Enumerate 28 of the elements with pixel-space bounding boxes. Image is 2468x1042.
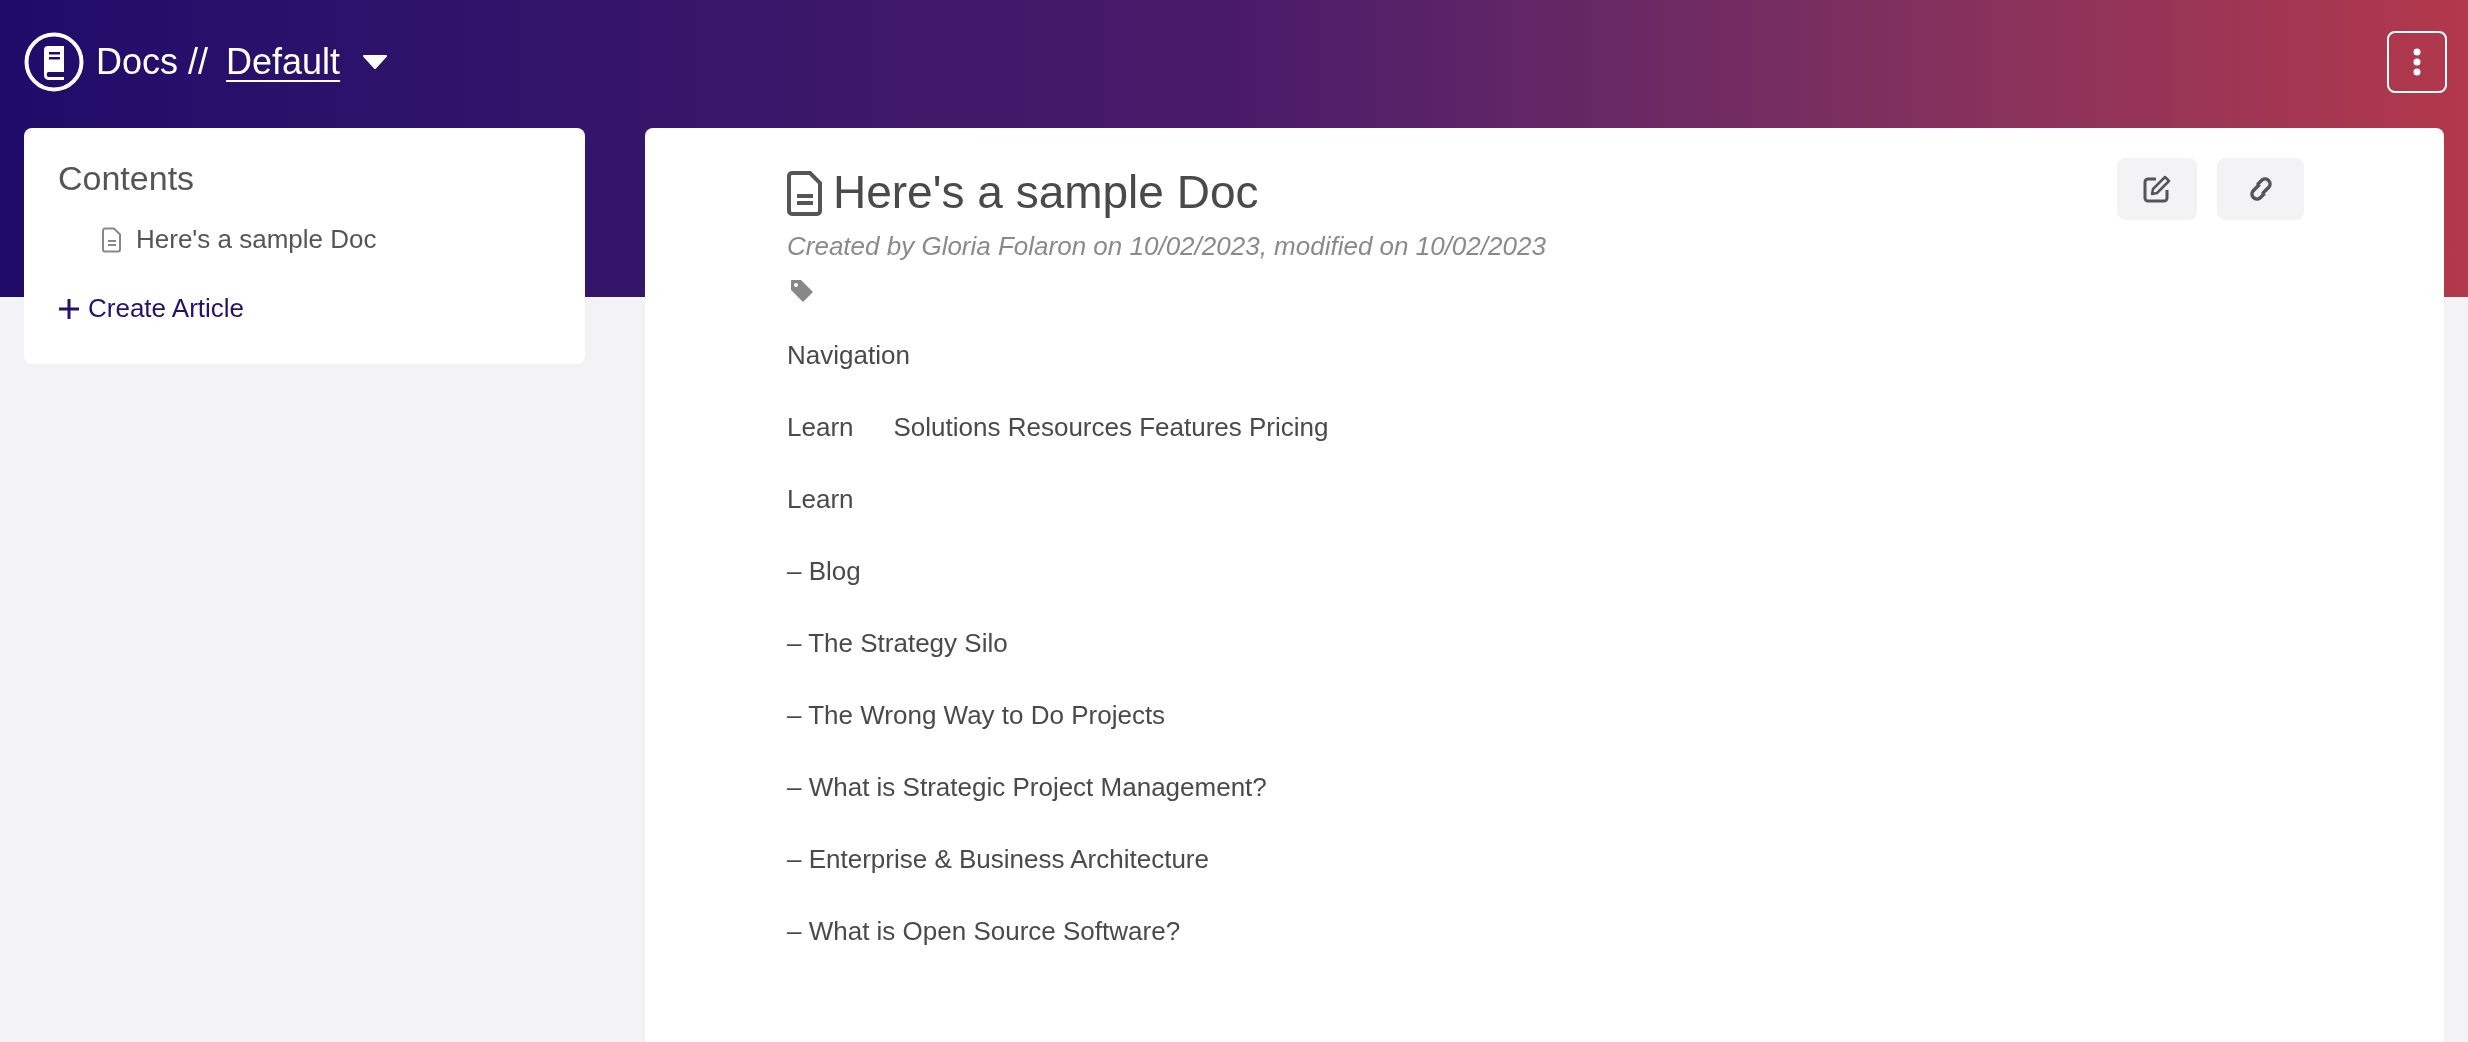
link-button[interactable] <box>2217 158 2304 220</box>
contents-title: Contents <box>58 158 196 199</box>
edit-button[interactable] <box>2117 158 2197 220</box>
more-icon <box>2412 48 2422 76</box>
edit-icon <box>2142 174 2172 204</box>
document-icon <box>102 226 122 253</box>
tag-icon <box>789 278 815 304</box>
app-title: Docs // <box>96 40 209 84</box>
caret-icon[interactable] <box>362 54 389 70</box>
document-title: Here's a sample Doc <box>833 165 1259 220</box>
paragraph-text: – What is Open Source Software? <box>787 915 1181 948</box>
space-link[interactable]: Default <box>226 35 349 89</box>
paragraph-text: Learn <box>787 483 854 516</box>
paragraph-text: Solutions Resources Features Pricing <box>893 411 1329 444</box>
paragraph-text: Navigation <box>787 339 910 372</box>
paragraph-text: – Enterprise & Business Architecture <box>787 843 1209 876</box>
paragraph-text: – What is Strategic Project Management? <box>787 771 1267 804</box>
plus-icon <box>58 297 80 320</box>
document-icon <box>787 169 823 216</box>
paragraph-text: Learn <box>787 411 854 444</box>
document-meta: Created by Gloria Folaron on 10/02/2023, modified on 10/02/2023 <box>787 230 1547 263</box>
more-button[interactable] <box>2387 31 2447 93</box>
create-article-link[interactable]: Create Article <box>58 289 551 329</box>
paragraph-text: – The Strategy Silo <box>787 627 1008 660</box>
book-icon <box>24 32 84 92</box>
paragraph-text: – The Wrong Way to Do Projects <box>787 699 1166 732</box>
paragraph-text: – Blog <box>787 555 861 588</box>
contents-item[interactable]: Here's a sample Doc <box>102 220 551 260</box>
